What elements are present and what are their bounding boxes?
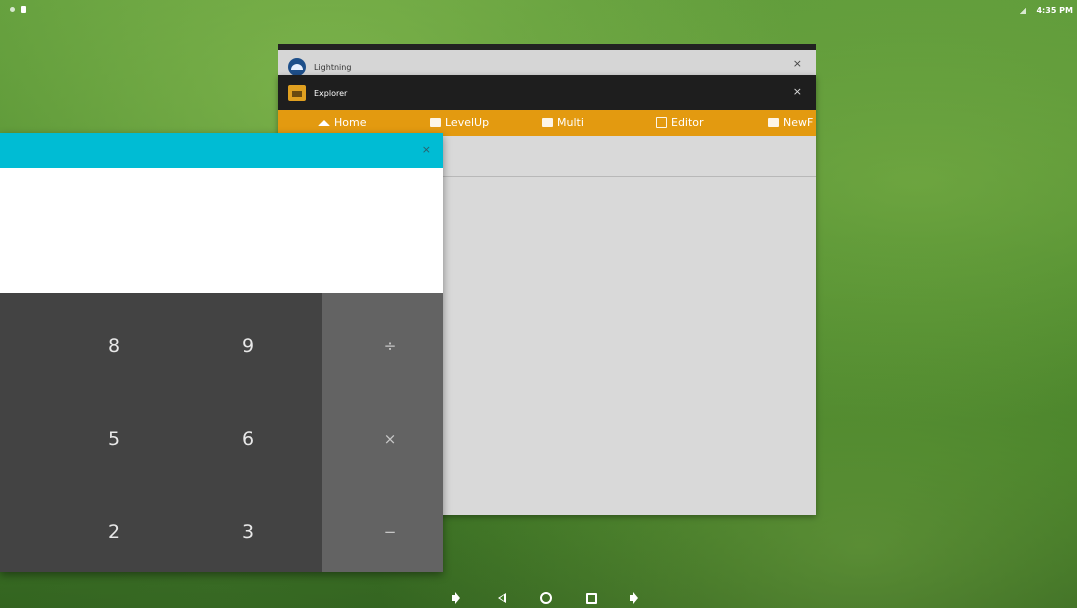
number-pad: 8 9 5 6 2 3 [0, 293, 322, 572]
explorer-app-icon [288, 85, 306, 101]
status-icons-right: 4:35 PM [1020, 6, 1073, 15]
toolbar-home-label: Home [334, 116, 367, 129]
toolbar-editor-label: Editor [671, 116, 704, 129]
folder-up-icon [430, 118, 441, 127]
lightning-app-icon [288, 58, 306, 76]
lightning-close-button[interactable]: × [793, 57, 802, 70]
edit-icon [656, 117, 667, 128]
toolbar-editor-button[interactable]: Editor [656, 116, 704, 129]
recents-icon [586, 593, 597, 604]
volume-down-button[interactable] [450, 591, 464, 605]
recents-button[interactable] [584, 591, 598, 605]
toolbar-multi-label: Multi [557, 116, 584, 129]
new-folder-icon [768, 118, 779, 127]
key-8[interactable]: 8 [84, 326, 144, 366]
explorer-window-title: Explorer [314, 88, 348, 98]
toolbar-home-button[interactable]: Home [318, 116, 366, 129]
lightning-title-group: Lightning [288, 58, 351, 76]
key-6[interactable]: 6 [218, 419, 278, 459]
signal-icon [1020, 7, 1027, 14]
calculator-close-button[interactable]: × [422, 143, 431, 156]
key-multiply[interactable]: × [360, 419, 420, 459]
key-2[interactable]: 2 [84, 512, 144, 552]
toolbar-levelup-button[interactable]: LevelUp [430, 116, 489, 129]
home-icon [318, 119, 330, 126]
status-bar: 4:35 PM [0, 0, 1077, 22]
sd-card-icon [21, 6, 26, 13]
lightning-window[interactable]: Lightning × [278, 44, 816, 76]
back-icon [498, 593, 506, 603]
status-time: 4:35 PM [1036, 6, 1073, 15]
volume-up-button[interactable] [628, 591, 642, 605]
multi-select-icon [542, 118, 553, 127]
volume-up-icon-cone [633, 592, 638, 604]
back-button[interactable] [495, 591, 509, 605]
explorer-close-button[interactable]: × [793, 85, 802, 98]
calculator-display[interactable] [0, 168, 443, 293]
home-circle-icon [540, 592, 552, 604]
key-5[interactable]: 5 [84, 419, 144, 459]
toolbar-newfolder-label: NewF [783, 116, 814, 129]
key-divide[interactable]: ÷ [360, 326, 420, 366]
calculator-keypad: 8 9 5 6 2 3 ÷ × − [0, 293, 443, 572]
home-button[interactable] [539, 591, 553, 605]
key-9[interactable]: 9 [218, 326, 278, 366]
explorer-title-group: Explorer [288, 85, 347, 101]
toolbar-newfolder-button[interactable]: NewF [768, 116, 813, 129]
key-subtract[interactable]: − [360, 512, 420, 552]
status-icons-left [10, 6, 26, 13]
lightning-window-title: Lightning [314, 62, 352, 72]
operator-pad: ÷ × − [322, 293, 443, 572]
navigation-bar [0, 588, 1077, 608]
volume-down-icon-cone [455, 592, 460, 604]
calculator-window[interactable]: × 8 9 5 6 2 3 ÷ × − [0, 133, 443, 572]
notification-dot-icon [10, 7, 15, 12]
toolbar-levelup-label: LevelUp [445, 116, 490, 129]
key-3[interactable]: 3 [218, 512, 278, 552]
toolbar-multi-button[interactable]: Multi [542, 116, 584, 129]
explorer-title-bar[interactable]: Explorer × [278, 75, 816, 110]
calculator-title-bar[interactable]: × [0, 133, 443, 168]
